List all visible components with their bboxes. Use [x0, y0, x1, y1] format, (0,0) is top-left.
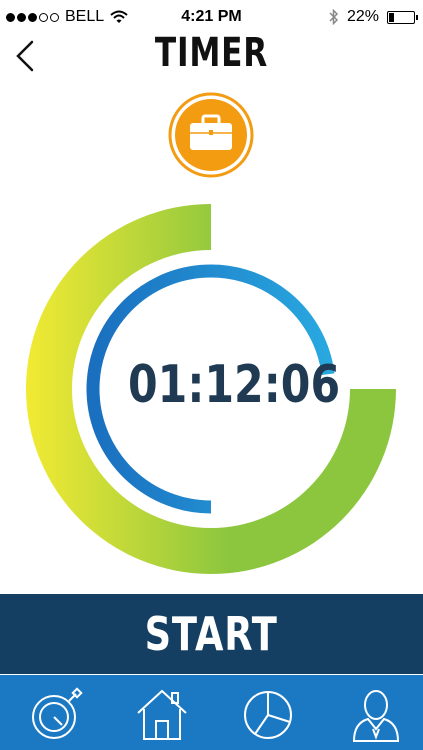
- category-badge[interactable]: [168, 92, 254, 178]
- profile-icon: [352, 690, 400, 742]
- stopwatch-icon: [32, 687, 83, 739]
- battery-fill: [389, 12, 395, 22]
- tab-stopwatch[interactable]: [26, 685, 86, 743]
- tab-home[interactable]: [132, 685, 192, 743]
- home-icon: [137, 689, 187, 740]
- battery-percent: 22%: [346, 8, 379, 25]
- battery-icon: [387, 10, 418, 24]
- pie-chart-icon: [244, 691, 292, 739]
- status-right: 22%: [329, 8, 418, 26]
- start-button-label: START: [144, 607, 279, 661]
- chevron-left-icon: [16, 40, 34, 72]
- tab-statistics[interactable]: [240, 685, 300, 743]
- bluetooth-icon: [329, 9, 339, 25]
- timer-display: 01:12:06: [128, 355, 341, 415]
- start-button[interactable]: START: [0, 594, 423, 674]
- back-button[interactable]: [12, 38, 46, 74]
- page-title: TIMER: [154, 30, 269, 76]
- tab-profile[interactable]: [346, 685, 406, 743]
- tab-bar: [0, 675, 423, 750]
